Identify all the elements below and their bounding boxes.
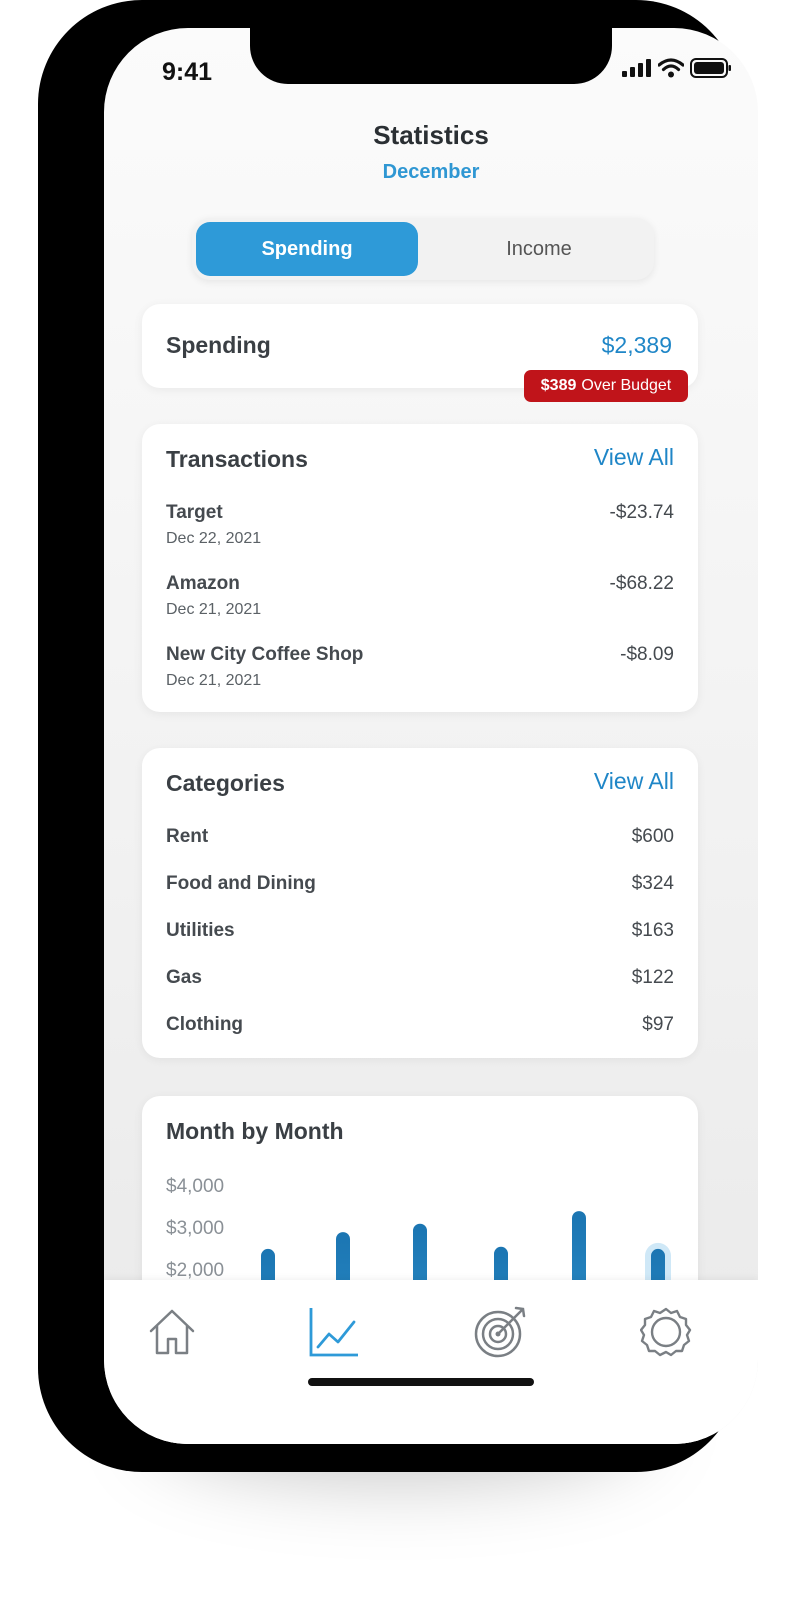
transaction-amount: -$68.22	[609, 573, 674, 594]
category-name: Utilities	[166, 920, 235, 941]
screen: 9:41 Statistics December Spending Income…	[104, 28, 758, 1444]
categories-card: Categories View All Rent $600 Food and D…	[142, 748, 698, 1058]
battery-icon	[690, 58, 731, 78]
category-amount: $324	[631, 873, 674, 894]
transaction-row[interactable]: Target Dec 22, 2021 -$23.74	[166, 502, 674, 558]
phone-frame: 9:41 Statistics December Spending Income…	[38, 0, 758, 1472]
status-icons	[622, 58, 732, 78]
transactions-card: Transactions View All Target Dec 22, 202…	[142, 424, 698, 712]
category-row[interactable]: Gas $122	[166, 967, 674, 993]
spending-label: Spending	[166, 332, 271, 358]
transaction-row[interactable]: Amazon Dec 21, 2021 -$68.22	[166, 573, 674, 629]
transactions-title: Transactions	[166, 446, 308, 472]
over-budget-amount: $389	[540, 377, 577, 394]
transaction-amount: -$23.74	[609, 502, 674, 523]
spending-income-toggle: Spending Income	[192, 218, 654, 280]
chart-icon	[309, 1308, 358, 1357]
category-name: Gas	[166, 967, 202, 988]
home-tab[interactable]	[142, 1302, 202, 1362]
income-tab[interactable]: Income	[428, 222, 650, 276]
home-icon	[149, 1309, 195, 1355]
spending-tab[interactable]: Spending	[196, 222, 418, 276]
gear-icon	[640, 1307, 692, 1357]
categories-title: Categories	[166, 770, 285, 796]
category-row[interactable]: Clothing $97	[166, 1014, 674, 1040]
target-icon	[474, 1306, 526, 1358]
over-budget-text: Over Budget	[581, 377, 672, 394]
transaction-row[interactable]: New City Coffee Shop Dec 21, 2021 -$8.09	[166, 644, 674, 700]
category-amount: $600	[631, 826, 674, 847]
transaction-date: Dec 21, 2021	[166, 672, 262, 689]
category-name: Rent	[166, 826, 209, 847]
transaction-name: Target	[166, 502, 223, 523]
transaction-amount: -$8.09	[620, 644, 674, 665]
transaction-name: New City Coffee Shop	[166, 644, 364, 665]
transaction-date: Dec 21, 2021	[166, 601, 262, 618]
category-amount: $122	[631, 967, 674, 988]
settings-tab[interactable]	[636, 1302, 696, 1362]
category-row[interactable]: Utilities $163	[166, 920, 674, 946]
wifi-icon	[658, 58, 684, 78]
category-name: Clothing	[166, 1014, 244, 1035]
month-label[interactable]: December	[104, 161, 758, 184]
page-title: Statistics	[373, 120, 489, 150]
category-row[interactable]: Food and Dining $324	[166, 873, 674, 899]
transaction-name: Amazon	[166, 573, 240, 594]
transaction-date: Dec 22, 2021	[166, 530, 262, 547]
spending-amount: $2,389	[601, 332, 672, 358]
category-amount: $163	[631, 920, 674, 941]
category-row[interactable]: Rent $600	[166, 826, 674, 852]
transactions-view-all-link[interactable]: View All	[594, 444, 674, 471]
category-amount: $97	[642, 1014, 674, 1035]
category-name: Food and Dining	[166, 873, 316, 894]
home-indicator	[308, 1378, 534, 1386]
bottom-tab-bar	[104, 1280, 758, 1444]
over-budget-badge: $389 Over Budget	[524, 370, 688, 402]
notch	[250, 28, 612, 84]
categories-view-all-link[interactable]: View All	[594, 768, 674, 795]
statistics-tab[interactable]	[304, 1302, 364, 1362]
cellular-signal-icon	[622, 59, 651, 77]
status-time: 9:41	[162, 58, 213, 86]
goals-tab[interactable]	[470, 1302, 530, 1362]
